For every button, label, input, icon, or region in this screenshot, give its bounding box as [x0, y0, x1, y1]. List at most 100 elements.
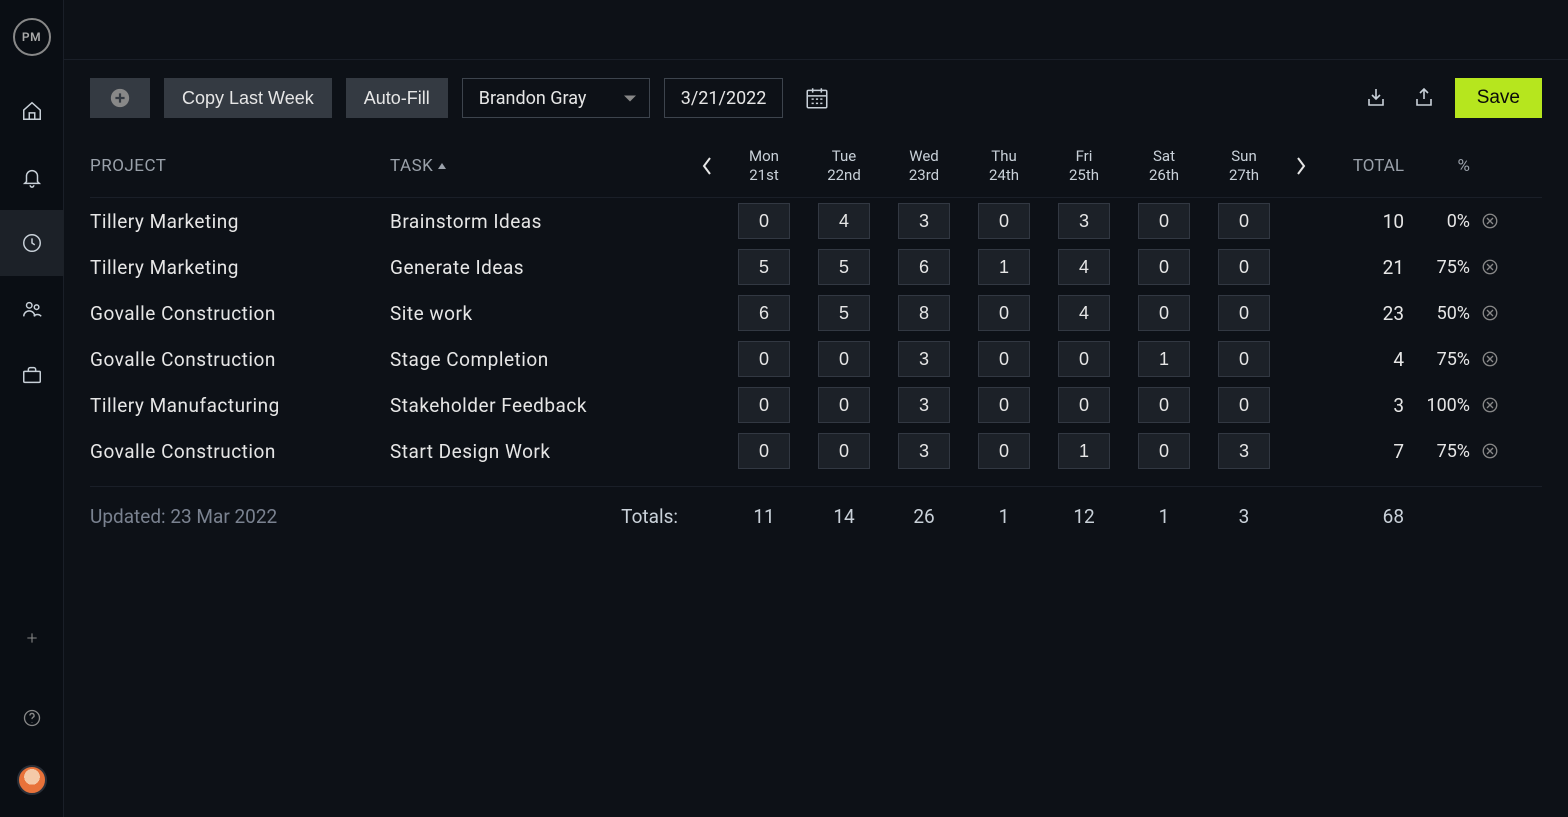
- prev-week-button[interactable]: [690, 154, 724, 178]
- nav-add[interactable]: [0, 605, 64, 671]
- hour-input[interactable]: [978, 249, 1030, 285]
- close-circle-icon: [1481, 212, 1499, 230]
- add-row-button[interactable]: [90, 78, 150, 118]
- close-circle-icon: [1481, 350, 1499, 368]
- hour-input[interactable]: [898, 341, 950, 377]
- hour-input[interactable]: [1058, 295, 1110, 331]
- hour-input[interactable]: [1218, 341, 1270, 377]
- hour-input[interactable]: [1138, 203, 1190, 239]
- people-icon: [21, 298, 43, 320]
- hour-input[interactable]: [978, 295, 1030, 331]
- hour-input[interactable]: [1058, 203, 1110, 239]
- topbar: [64, 0, 1568, 60]
- hour-input[interactable]: [818, 295, 870, 331]
- hour-input[interactable]: [738, 433, 790, 469]
- hour-input[interactable]: [1138, 387, 1190, 423]
- hour-input[interactable]: [898, 433, 950, 469]
- delete-row-button[interactable]: [1470, 396, 1510, 414]
- auto-fill-button[interactable]: Auto-Fill: [346, 78, 448, 118]
- header-total: TOTAL: [1318, 156, 1408, 176]
- delete-row-button[interactable]: [1470, 212, 1510, 230]
- chevron-down-icon: [623, 88, 637, 109]
- hour-input[interactable]: [978, 387, 1030, 423]
- hour-input[interactable]: [818, 203, 870, 239]
- hour-input[interactable]: [818, 249, 870, 285]
- calendar-button[interactable]: [797, 78, 837, 118]
- nav-help[interactable]: [0, 685, 64, 751]
- nav-projects[interactable]: [0, 342, 64, 408]
- next-week-button[interactable]: [1284, 154, 1318, 178]
- nav-notifications[interactable]: [0, 144, 64, 210]
- header-project[interactable]: PROJECT: [90, 156, 390, 176]
- hour-input[interactable]: [978, 433, 1030, 469]
- project-cell: Tillery Marketing: [90, 256, 390, 279]
- hour-input[interactable]: [738, 203, 790, 239]
- hour-input[interactable]: [818, 387, 870, 423]
- table-row: Tillery MarketingGenerate Ideas2175%: [90, 244, 1542, 290]
- hour-input[interactable]: [1218, 203, 1270, 239]
- save-button[interactable]: Save: [1455, 78, 1542, 118]
- week-date-input[interactable]: 3/21/2022: [664, 78, 784, 118]
- user-select-value: Brandon Gray: [479, 88, 587, 109]
- table-row: Tillery ManufacturingStakeholder Feedbac…: [90, 382, 1542, 428]
- row-total: 3: [1318, 394, 1408, 417]
- calendar-icon: [804, 85, 830, 111]
- delete-row-button[interactable]: [1470, 304, 1510, 322]
- plus-circle-icon: [109, 87, 131, 109]
- hour-input[interactable]: [818, 341, 870, 377]
- hour-input[interactable]: [1218, 295, 1270, 331]
- hour-input[interactable]: [1058, 341, 1110, 377]
- hour-input[interactable]: [978, 203, 1030, 239]
- delete-row-button[interactable]: [1470, 442, 1510, 460]
- nav-team[interactable]: [0, 276, 64, 342]
- header-day-2: Wed23rd: [884, 147, 964, 185]
- help-icon: [22, 708, 42, 728]
- user-avatar[interactable]: [17, 765, 47, 795]
- project-cell: Govalle Construction: [90, 302, 390, 325]
- user-select[interactable]: Brandon Gray: [462, 78, 650, 118]
- hour-input[interactable]: [1218, 249, 1270, 285]
- download-icon: [1364, 86, 1388, 110]
- hour-input[interactable]: [738, 387, 790, 423]
- hour-input[interactable]: [1138, 249, 1190, 285]
- hour-input[interactable]: [1138, 341, 1190, 377]
- hour-input[interactable]: [1138, 433, 1190, 469]
- row-total: 21: [1318, 256, 1408, 279]
- hour-input[interactable]: [978, 341, 1030, 377]
- hour-input[interactable]: [898, 295, 950, 331]
- task-cell: Generate Ideas: [390, 256, 690, 279]
- nav-home[interactable]: [0, 78, 64, 144]
- hour-input[interactable]: [738, 341, 790, 377]
- export-button[interactable]: [1407, 81, 1441, 115]
- hour-input[interactable]: [738, 295, 790, 331]
- row-percent: 50%: [1408, 303, 1470, 324]
- totals-label: Totals:: [390, 505, 690, 528]
- copy-last-week-button[interactable]: Copy Last Week: [164, 78, 332, 118]
- grand-total: 68: [1318, 505, 1408, 528]
- hour-input[interactable]: [1058, 249, 1110, 285]
- hour-input[interactable]: [818, 433, 870, 469]
- header-task[interactable]: TASK: [390, 156, 690, 176]
- delete-row-button[interactable]: [1470, 350, 1510, 368]
- hour-input[interactable]: [898, 249, 950, 285]
- close-circle-icon: [1481, 304, 1499, 322]
- timesheet-table: PROJECT TASK Mon21stTue22ndWed23rdThu24t…: [64, 134, 1568, 546]
- hour-input[interactable]: [738, 249, 790, 285]
- project-cell: Tillery Marketing: [90, 210, 390, 233]
- row-total: 7: [1318, 440, 1408, 463]
- import-button[interactable]: [1359, 81, 1393, 115]
- hour-input[interactable]: [1058, 387, 1110, 423]
- app-logo: PM: [13, 18, 51, 56]
- hour-input[interactable]: [1138, 295, 1190, 331]
- header-day-6: Sun27th: [1204, 147, 1284, 185]
- chevron-left-icon: [700, 154, 714, 178]
- delete-row-button[interactable]: [1470, 258, 1510, 276]
- row-percent: 0%: [1408, 211, 1470, 232]
- hour-input[interactable]: [898, 203, 950, 239]
- nav-timesheets[interactable]: [0, 210, 64, 276]
- table-row: Tillery MarketingBrainstorm Ideas100%: [90, 198, 1542, 244]
- hour-input[interactable]: [1218, 433, 1270, 469]
- hour-input[interactable]: [1218, 387, 1270, 423]
- hour-input[interactable]: [1058, 433, 1110, 469]
- hour-input[interactable]: [898, 387, 950, 423]
